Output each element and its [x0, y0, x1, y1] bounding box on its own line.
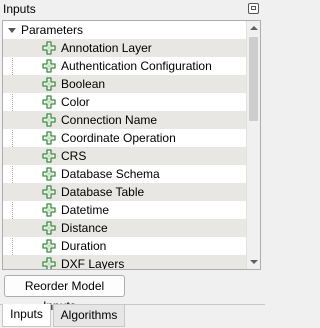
scroll-thumb[interactable] — [249, 37, 258, 121]
tab-algorithms[interactable]: Algorithms — [53, 305, 125, 327]
panel-titlebar: Inputs — [0, 0, 265, 19]
tree-root-parameters[interactable]: Parameters — [3, 21, 246, 39]
add-input-icon[interactable] — [41, 148, 57, 164]
scroll-up-icon[interactable] — [250, 26, 258, 30]
tree-item[interactable]: Annotation Layer — [3, 39, 246, 57]
tree-item-label: Distance — [61, 221, 108, 235]
tree-item[interactable]: Color — [3, 93, 246, 111]
tree-item-label: Database Table — [61, 185, 145, 199]
tab-inputs[interactable]: Inputs — [2, 304, 51, 327]
add-input-icon[interactable] — [41, 76, 57, 92]
add-input-icon[interactable] — [41, 202, 57, 218]
tree-item-label: Database Schema — [61, 167, 160, 181]
panel-title: Inputs — [3, 2, 36, 16]
add-input-icon[interactable] — [41, 112, 57, 128]
tree-item-label: Authentication Configuration — [61, 59, 212, 73]
tree-item[interactable]: Datetime — [3, 201, 246, 219]
add-input-icon[interactable] — [41, 184, 57, 200]
tab-bar: Inputs Algorithms — [0, 304, 265, 328]
scroll-down-icon[interactable] — [250, 260, 258, 264]
add-input-icon[interactable] — [41, 256, 57, 270]
tree-item[interactable]: Distance — [3, 219, 246, 237]
tree-item-label: Annotation Layer — [61, 41, 152, 55]
add-input-icon[interactable] — [41, 58, 57, 74]
tree-item-label: Connection Name — [61, 113, 158, 127]
tree-item[interactable]: Connection Name — [3, 111, 246, 129]
tree-item-label: Color — [61, 95, 90, 109]
tree-item[interactable]: Duration — [3, 237, 246, 255]
add-input-icon[interactable] — [41, 94, 57, 110]
add-input-icon[interactable] — [41, 166, 57, 182]
undock-icon[interactable] — [248, 3, 259, 14]
tree-root-label: Parameters — [21, 23, 84, 37]
tree-item-label: Duration — [61, 239, 107, 253]
collapse-arrow-icon[interactable] — [8, 28, 16, 33]
tree-item[interactable]: Database Table — [3, 183, 246, 201]
add-input-icon[interactable] — [41, 220, 57, 236]
add-input-icon[interactable] — [41, 40, 57, 56]
tree-item-label: Boolean — [61, 77, 106, 91]
add-input-icon[interactable] — [41, 238, 57, 254]
tree-item-label: CRS — [61, 149, 87, 163]
tree-item-label: Coordinate Operation — [61, 131, 176, 145]
tree-item-label: DXF Layers — [61, 257, 125, 270]
tree-item[interactable]: Authentication Configuration — [3, 57, 246, 75]
tree-item[interactable]: CRS — [3, 147, 246, 165]
vertical-scrollbar[interactable] — [246, 21, 260, 269]
add-input-icon[interactable] — [41, 130, 57, 146]
tree-item[interactable]: Database Schema — [3, 165, 246, 183]
reorder-model-inputs-button[interactable]: Reorder Model Inputs... — [4, 275, 125, 313]
tree-item[interactable]: Coordinate Operation — [3, 129, 246, 147]
parameters-tree[interactable]: Parameters Annotation Layer Authenticatio… — [2, 20, 261, 270]
tree-item[interactable]: DXF Layers — [3, 255, 246, 270]
tree-item-label: Datetime — [61, 203, 110, 217]
tree-item[interactable]: Boolean — [3, 75, 246, 93]
